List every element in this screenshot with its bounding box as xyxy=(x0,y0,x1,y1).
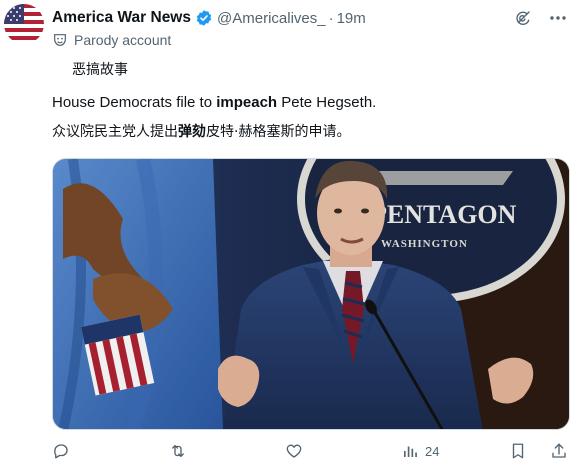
text-en-prefix: House Democrats file to xyxy=(52,94,217,111)
views-count: 24 xyxy=(425,443,440,459)
avatar[interactable] xyxy=(4,4,44,44)
text-en-suffix: Pete Hegseth. xyxy=(277,94,377,111)
like-icon xyxy=(286,444,302,458)
share-button[interactable] xyxy=(550,442,568,460)
bookmark-button[interactable] xyxy=(510,442,526,460)
reply-button[interactable] xyxy=(52,442,70,460)
views-button[interactable]: 24 xyxy=(401,442,439,460)
avatar-flag-image xyxy=(4,4,44,44)
parody-subtitle: 恶搞故事 xyxy=(72,62,128,78)
views-icon xyxy=(404,446,417,457)
author-name[interactable]: America War News xyxy=(52,9,191,27)
tweet-text-chinese: 众议院民主党人提出弹劾皮特·赫格塞斯的申请。 xyxy=(52,121,350,141)
retweet-icon xyxy=(172,445,184,457)
share-icon xyxy=(552,443,566,458)
timestamp[interactable]: 19m xyxy=(337,10,366,27)
retweet-button[interactable] xyxy=(168,442,188,460)
reply-icon xyxy=(54,444,68,459)
parody-mask-icon xyxy=(52,32,68,48)
like-button[interactable] xyxy=(285,442,303,460)
author-handle[interactable]: @Americalives_ xyxy=(217,10,326,27)
parody-label: Parody account xyxy=(52,31,171,49)
more-icon[interactable] xyxy=(548,9,568,27)
parody-label-text: Parody account xyxy=(74,32,172,48)
separator-dot: · xyxy=(328,9,334,27)
text-zh-prefix: 众议院民主党人提出 xyxy=(52,124,178,140)
tweet-actions: 24 xyxy=(52,442,570,464)
text-zh-suffix: 皮特·赫格塞斯的申请。 xyxy=(206,124,351,140)
verified-badge-icon[interactable] xyxy=(195,9,213,27)
press-conference-photo: PENTAGON WASHINGTON xyxy=(53,159,569,429)
tweet-text-english: House Democrats file to impeach Pete Heg… xyxy=(52,94,376,111)
grok-icon[interactable] xyxy=(514,9,532,27)
text-zh-bold: 弹劾 xyxy=(178,124,206,140)
bookmark-icon xyxy=(512,443,524,459)
tweet-header: America War News @Americalives_ · 19m xyxy=(52,7,568,29)
tweet-media-image[interactable]: PENTAGON WASHINGTON xyxy=(52,158,570,430)
text-en-bold: impeach xyxy=(216,94,278,111)
